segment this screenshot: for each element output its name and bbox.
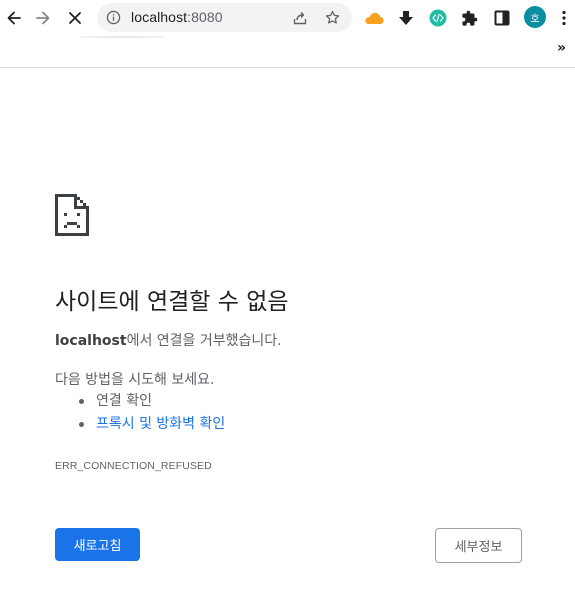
error-code: ERR_CONNECTION_REFUSED [55, 460, 212, 472]
forward-button[interactable] [29, 4, 57, 32]
tab-loading-shadow [80, 36, 165, 38]
puzzle-icon [461, 10, 477, 26]
bookmarks-bar [0, 36, 575, 68]
error-host: localhost [55, 333, 127, 349]
url-host: localhost [131, 9, 188, 25]
suggestion-check-connection: 연결 확인 [55, 393, 225, 416]
info-icon[interactable] [106, 10, 121, 25]
back-button[interactable] [0, 4, 28, 32]
extension-download[interactable] [396, 8, 416, 28]
cloud-icon [365, 12, 384, 25]
side-panel-button[interactable] [492, 8, 512, 28]
share-icon[interactable] [292, 10, 308, 26]
error-summary: localhost에서 연결을 거부했습니다. [55, 330, 282, 350]
arrow-left-icon [7, 11, 21, 25]
close-icon [69, 12, 81, 24]
extensions-button[interactable] [459, 8, 479, 28]
kebab-menu-icon [562, 10, 566, 26]
star-icon[interactable] [324, 9, 341, 26]
suggestion-check-proxy-firewall-link[interactable]: 프록시 및 방화벽 확인 [55, 416, 225, 439]
details-button[interactable]: 세부정보 [435, 528, 522, 563]
download-icon [399, 11, 413, 25]
url-port: :8080 [187, 9, 223, 25]
address-bar[interactable]: localhost:8080 [97, 3, 352, 32]
menu-button[interactable] [554, 8, 574, 28]
arrow-right-icon [36, 11, 50, 25]
url-text[interactable]: localhost:8080 [131, 9, 223, 25]
browser-toolbar: localhost:8080 호 [0, 0, 575, 36]
sad-page-icon [55, 194, 89, 236]
suggestions-title: 다음 방법을 시도해 보세요. [55, 372, 215, 388]
error-summary-text: 에서 연결을 거부했습니다. [126, 333, 282, 349]
suggestions-list: 연결 확인 프록시 및 방화벽 확인 [55, 393, 225, 439]
code-icon [429, 9, 447, 27]
error-heading: 사이트에 연결할 수 없음 [55, 289, 289, 315]
side-panel-icon [494, 10, 510, 26]
bookmarks-overflow-button[interactable]: » [557, 40, 566, 56]
extension-cloud[interactable] [364, 8, 384, 28]
extension-code[interactable] [428, 8, 448, 28]
profile-avatar[interactable]: 호 [524, 6, 546, 28]
reload-button[interactable]: 새로고침 [55, 528, 140, 561]
stop-button[interactable] [61, 4, 89, 32]
